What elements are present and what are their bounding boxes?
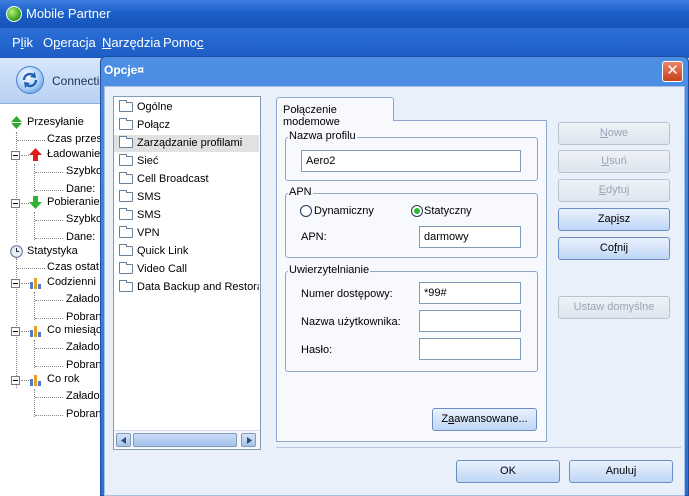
- tree-item-czas-ostat[interactable]: Czas ostat: [0, 260, 102, 276]
- connect-button-label[interactable]: Connecti: [52, 74, 99, 88]
- folder-icon: [119, 172, 133, 184]
- apn-group-label: APN: [288, 186, 313, 198]
- folder-icon: [119, 280, 133, 292]
- delete-profile-button[interactable]: Usuń: [558, 150, 670, 173]
- menu-plik[interactable]: Plik: [12, 35, 33, 50]
- clock-icon: [10, 245, 23, 258]
- tree-item-szybkosc-upload[interactable]: Szybko: [0, 164, 102, 180]
- divider: [276, 447, 681, 448]
- apn-field[interactable]: darmowy: [419, 226, 521, 248]
- advanced-button[interactable]: Zaawansowane...: [432, 408, 537, 431]
- category-quick-link[interactable]: Quick Link: [114, 243, 259, 260]
- scroll-right-icon[interactable]: [241, 433, 256, 447]
- collapse-toggle[interactable]: [11, 279, 20, 288]
- category-data-backup[interactable]: Data Backup and Restora: [114, 279, 259, 296]
- folder-icon: [119, 262, 133, 274]
- radio-dynamic-label[interactable]: Dynamiczny: [314, 205, 374, 217]
- category-cell-broadcast[interactable]: Cell Broadcast: [114, 171, 259, 188]
- app-title-bar: Mobile Partner: [0, 0, 689, 28]
- mobile-partner-logo-icon: [6, 6, 22, 22]
- folder-open-icon: [119, 136, 133, 148]
- scroll-thumb[interactable]: [133, 433, 237, 447]
- tree-item-ladowanie[interactable]: Ładowanie: [0, 147, 102, 163]
- upload-arrow-icon: [29, 148, 42, 161]
- tree-item-codziennie[interactable]: Codzienni: [0, 275, 102, 291]
- folder-icon: [119, 100, 133, 112]
- new-profile-button[interactable]: Nowe: [558, 122, 670, 145]
- menu-pomoc[interactable]: Pomoc: [163, 35, 203, 50]
- close-icon[interactable]: ✕: [662, 61, 683, 82]
- connect-refresh-icon[interactable]: [16, 66, 44, 94]
- collapse-toggle[interactable]: [11, 199, 20, 208]
- menu-operacja[interactable]: Operacja: [43, 35, 96, 50]
- app-title: Mobile Partner: [26, 6, 111, 21]
- category-polacz[interactable]: Połącz: [114, 117, 259, 134]
- dialog-title: Opcje¤: [104, 63, 145, 77]
- authentication-group-label: Uwierzytelnianie: [288, 264, 371, 276]
- undo-button[interactable]: Cofnij: [558, 237, 670, 260]
- ok-button[interactable]: OK: [456, 460, 560, 483]
- username-label: Nazwa użytkownika:: [301, 316, 401, 328]
- username-field[interactable]: [419, 310, 521, 332]
- menu-narzedzia[interactable]: Narzędzia: [102, 35, 161, 50]
- folder-icon: [119, 190, 133, 202]
- folder-icon: [119, 226, 133, 238]
- horizontal-scrollbar[interactable]: [114, 430, 260, 448]
- menu-bar: Plik Operacja Narzędzia Pomoc: [0, 28, 689, 58]
- tree-item-co-rok[interactable]: Co rok: [0, 372, 102, 388]
- password-label: Hasło:: [301, 344, 333, 356]
- folder-icon: [119, 154, 133, 166]
- category-ogolne[interactable]: Ogólne: [114, 99, 259, 116]
- tree-item-pobrane-yearly[interactable]: Pobran: [0, 407, 102, 423]
- tree-item-szybkosc-download[interactable]: Szybko: [0, 212, 102, 228]
- bar-chart-icon: [29, 276, 42, 289]
- folder-icon: [119, 244, 133, 256]
- download-arrow-icon: [29, 196, 42, 209]
- cancel-button[interactable]: Anuluj: [569, 460, 673, 483]
- statistics-tree: Przesyłanie Czas przes Ładowanie Szybko …: [0, 104, 102, 496]
- tree-item-pobieranie[interactable]: Pobieranie: [0, 195, 102, 211]
- collapse-toggle[interactable]: [11, 327, 20, 336]
- folder-icon: [119, 118, 133, 130]
- tree-item-przesylanie[interactable]: Przesyłanie: [0, 115, 102, 131]
- radio-dynamic[interactable]: [300, 205, 312, 217]
- bar-chart-icon: [29, 324, 42, 337]
- category-sms-2[interactable]: SMS: [114, 207, 259, 224]
- bar-chart-icon: [29, 373, 42, 386]
- radio-static[interactable]: [411, 205, 423, 217]
- collapse-toggle[interactable]: [11, 151, 20, 160]
- save-profile-button[interactable]: Zapisz: [558, 208, 670, 231]
- profile-name-field[interactable]: Aero2: [301, 150, 521, 172]
- set-default-button[interactable]: Ustaw domyślne: [558, 296, 670, 319]
- edit-profile-button[interactable]: Edytuj: [558, 179, 670, 202]
- collapse-toggle[interactable]: [11, 376, 20, 385]
- tree-item-zaladowane-monthly[interactable]: Załado: [0, 340, 102, 356]
- folder-icon: [119, 208, 133, 220]
- apn-label: APN:: [301, 231, 327, 243]
- tree-item-zaladowane-yearly[interactable]: Załado: [0, 389, 102, 405]
- tree-item-statystyka[interactable]: Statystyka: [0, 244, 102, 260]
- scroll-left-icon[interactable]: [116, 433, 131, 447]
- radio-static-label[interactable]: Statyczny: [424, 205, 472, 217]
- access-number-field[interactable]: *99#: [419, 282, 521, 304]
- category-sms[interactable]: SMS: [114, 189, 259, 206]
- password-field[interactable]: [419, 338, 521, 360]
- category-siec[interactable]: Sieć: [114, 153, 259, 170]
- profile-name-group-label: Nazwa profilu: [288, 130, 357, 142]
- category-zarzadzanie-profilami[interactable]: Zarządzanie profilami: [114, 135, 259, 152]
- tab-polaczenie-modemowe[interactable]: Połączenie modemowe: [276, 97, 394, 128]
- tree-item-co-miesiac[interactable]: Co miesiąc: [0, 323, 102, 339]
- tree-item-zaladowane-daily[interactable]: Załado: [0, 292, 102, 308]
- category-vpn[interactable]: VPN: [114, 225, 259, 242]
- transfer-arrows-icon: [10, 116, 23, 129]
- access-number-label: Numer dostępowy:: [301, 288, 393, 300]
- tree-item-czas-przes[interactable]: Czas przes: [0, 132, 102, 148]
- category-video-call[interactable]: Video Call: [114, 261, 259, 278]
